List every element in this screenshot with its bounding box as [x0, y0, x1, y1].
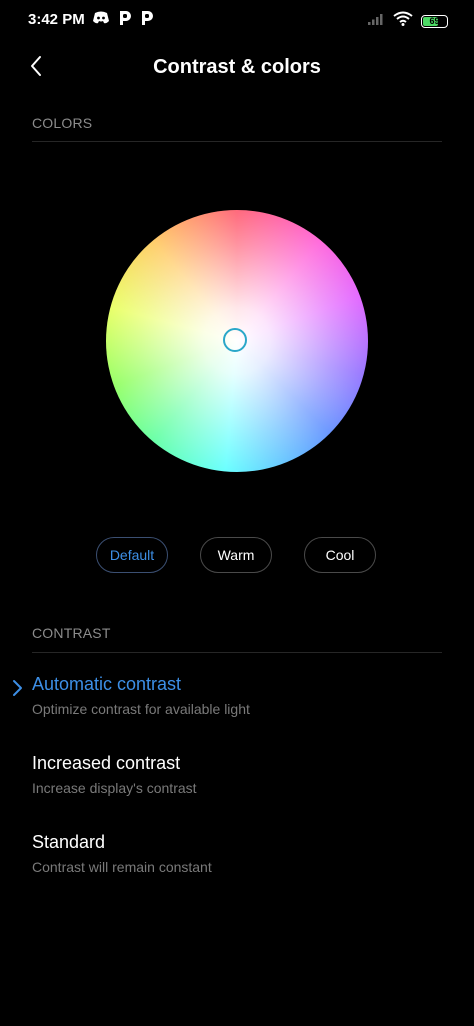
- wifi-icon: [393, 11, 413, 31]
- option-title: Standard: [32, 832, 106, 852]
- battery-icon: 69: [421, 14, 448, 28]
- option-subtitle: Increase display's contrast: [32, 780, 197, 796]
- preset-warm-button[interactable]: Warm: [200, 537, 272, 573]
- battery-level: 69: [429, 16, 440, 26]
- system-icons: 69: [367, 11, 448, 31]
- page-title: Contrast & colors: [153, 56, 321, 78]
- color-wheel-handle[interactable]: [223, 328, 247, 352]
- option-subtitle: Optimize contrast for available light: [32, 701, 250, 717]
- status-bar: 3:42 PM 69: [0, 0, 474, 40]
- discord-icon: [92, 11, 110, 25]
- section-divider: [32, 141, 442, 142]
- p-icon: [118, 10, 132, 26]
- option-standard[interactable]: Standard Contrast will remain constant: [0, 832, 474, 896]
- signal-icon: [367, 12, 385, 31]
- status-time: 3:42 PM: [28, 11, 85, 28]
- option-title: Automatic contrast: [32, 674, 182, 694]
- preset-cool-button[interactable]: Cool: [304, 537, 376, 573]
- section-header-contrast: CONTRAST: [32, 625, 111, 641]
- color-presets: Default Warm Cool: [0, 537, 474, 573]
- option-title: Increased contrast: [32, 753, 181, 773]
- section-divider: [32, 652, 442, 653]
- chevron-right-icon: [11, 678, 25, 698]
- option-increased-contrast[interactable]: Increased contrast Increase display's co…: [0, 753, 474, 817]
- section-header-colors: COLORS: [32, 115, 93, 131]
- app-header: Contrast & colors: [0, 46, 474, 90]
- notification-icons: [92, 10, 154, 26]
- option-subtitle: Contrast will remain constant: [32, 859, 212, 875]
- option-automatic-contrast[interactable]: Automatic contrast Optimize contrast for…: [0, 674, 474, 738]
- p-icon: [140, 10, 154, 26]
- preset-default-button[interactable]: Default: [96, 537, 168, 573]
